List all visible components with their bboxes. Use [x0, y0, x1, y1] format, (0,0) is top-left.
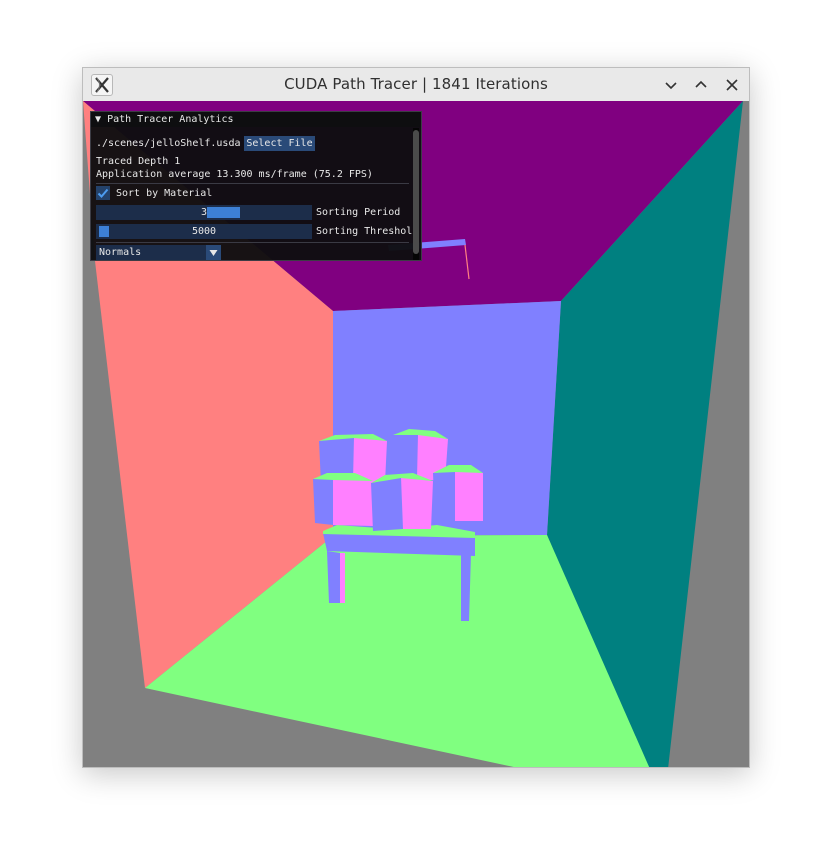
chevron-up-icon — [695, 80, 707, 88]
app-window: CUDA Path Tracer | 1841 Iterations ▼ Pat… — [82, 67, 750, 768]
analytics-panel[interactable]: ▼ Path Tracer Analytics ./scenes/jelloSh… — [90, 111, 422, 261]
traced-depth-text: Traced Depth 1 — [96, 156, 181, 167]
separator — [96, 242, 409, 243]
scene-file-path: ./scenes/jelloShelf.usda — [96, 138, 241, 149]
app-average-text: Application average 13.300 ms/frame (75.… — [96, 169, 373, 180]
sorting-period-value: 3 — [200, 207, 208, 218]
sort-by-material-checkbox[interactable] — [96, 186, 110, 200]
chevron-down-icon[interactable] — [206, 245, 221, 260]
minimize-button[interactable] — [659, 73, 683, 97]
panel-titlebar[interactable]: ▼ Path Tracer Analytics — [91, 112, 421, 127]
display-mode-dropdown[interactable]: Normals — [96, 245, 221, 260]
display-mode-selected: Normals — [99, 247, 142, 258]
sorting-threshold-value: 5000 — [191, 226, 217, 237]
collapse-triangle-icon[interactable]: ▼ — [95, 114, 101, 125]
sorting-threshold-label: Sorting Threshol — [316, 226, 413, 237]
separator — [96, 183, 409, 184]
sorting-period-slider[interactable]: 3 — [96, 205, 312, 220]
select-file-button[interactable]: Select File — [244, 136, 315, 151]
scrollbar-thumb[interactable] — [413, 130, 419, 254]
sort-by-material-label: Sort by Material — [116, 188, 213, 199]
maximize-button[interactable] — [689, 73, 713, 97]
sorting-period-label: Sorting Period — [316, 207, 401, 218]
close-icon — [726, 79, 738, 91]
checkmark-icon — [97, 188, 109, 198]
jello-cube-front-center — [371, 473, 433, 531]
jello-cube-left — [313, 473, 373, 526]
chevron-down-icon — [665, 82, 677, 90]
close-button[interactable] — [720, 73, 744, 97]
jello-cube-right — [433, 465, 483, 525]
sorting-threshold-slider[interactable]: 5000 — [96, 224, 312, 239]
panel-title: Path Tracer Analytics — [107, 114, 234, 125]
window-titlebar[interactable]: CUDA Path Tracer | 1841 Iterations — [83, 68, 749, 102]
window-title: CUDA Path Tracer | 1841 Iterations — [284, 75, 548, 93]
panel-scrollbar[interactable] — [413, 128, 419, 260]
